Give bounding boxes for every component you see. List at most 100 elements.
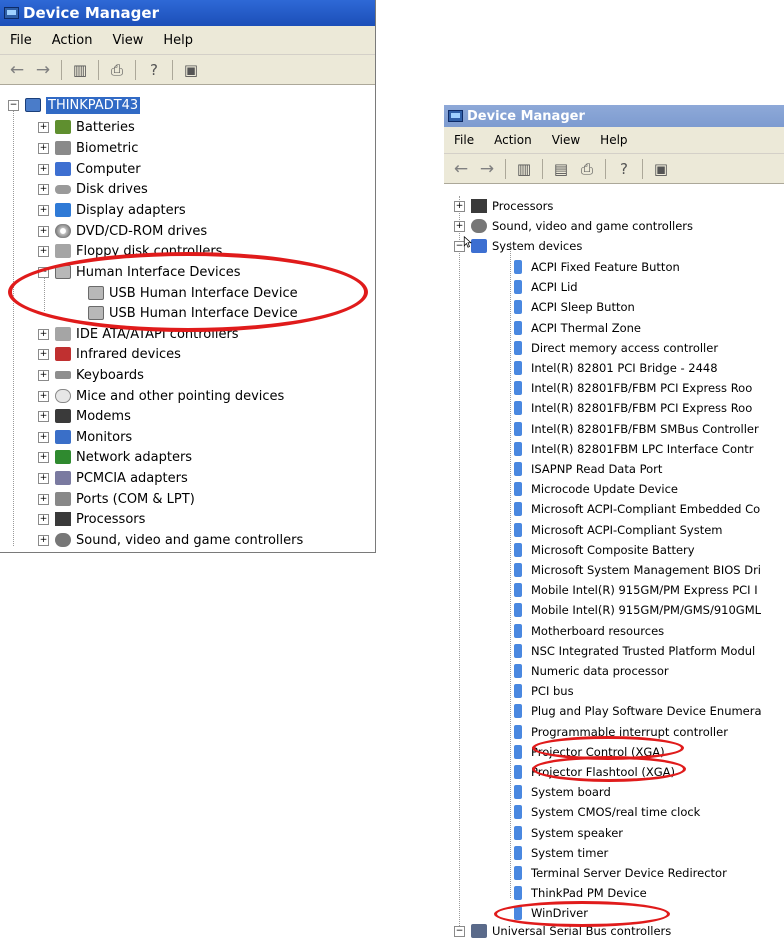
tree-item-processors[interactable]: + Processors [454,196,553,216]
tree-item-batteries[interactable]: + Batteries [38,117,135,137]
menu-action[interactable]: Action [484,133,542,147]
menu-view[interactable]: View [542,133,590,147]
system-device-item[interactable]: Microsoft ACPI-Compliant System [510,520,723,540]
menu-view[interactable]: View [102,33,153,48]
show-hide-console-tree-icon[interactable]: ▥ [513,158,535,180]
tree-item-sound-video[interactable]: + Sound, video and game controllers [454,216,693,236]
system-device-item[interactable]: Intel(R) 82801FB/FBM PCI Express Roo [510,378,752,398]
expand-icon[interactable]: + [38,245,49,257]
expand-icon[interactable]: + [38,390,49,402]
system-device-item[interactable]: PCI bus [510,681,574,701]
system-device-item[interactable]: ACPI Thermal Zone [510,318,641,338]
expand-icon[interactable]: + [38,493,49,505]
tree-item-dvd-drives[interactable]: + DVD/CD-ROM drives [38,221,207,241]
system-device-item[interactable]: Plug and Play Software Device Enumera [510,701,762,721]
tree-item-computer[interactable]: + Computer [38,159,141,179]
collapse-icon[interactable]: − [8,99,19,111]
tree-item-keyboards[interactable]: + Keyboards [38,365,144,385]
device-icon [514,704,522,719]
tree-item-biometric[interactable]: + Biometric [38,138,138,158]
system-device-item[interactable]: Numeric data processor [510,661,669,681]
system-device-item[interactable]: Terminal Server Device Redirector [510,863,727,883]
system-device-item[interactable]: System CMOS/real time clock [510,802,700,822]
menu-action[interactable]: Action [42,33,103,48]
menu-help[interactable]: Help [153,33,203,48]
expand-icon[interactable]: + [38,121,49,133]
system-device-item[interactable]: Microsoft Composite Battery [510,540,695,560]
expand-icon[interactable]: + [38,431,49,443]
system-device-item[interactable]: Microcode Update Device [510,479,678,499]
system-device-item[interactable]: Mobile Intel(R) 915GM/PM/GMS/910GML [510,600,761,620]
tree-item-pcmcia-adapters[interactable]: + PCMCIA adapters [38,468,188,488]
expand-icon[interactable]: + [38,369,49,381]
tree-item-ports[interactable]: + Ports (COM & LPT) [38,489,195,509]
menu-bar: File Action View Help [0,26,375,55]
print-icon[interactable]: ⎙ [106,59,128,81]
tree-item-label: Disk drives [76,181,148,197]
tree-item-display-adapters[interactable]: + Display adapters [38,200,186,220]
toolbar-separator [61,59,62,80]
mouse-icon [55,389,71,403]
scan-hardware-icon[interactable]: ▣ [650,158,672,180]
tree-item-monitors[interactable]: + Monitors [38,427,132,447]
system-device-item[interactable]: System speaker [510,823,623,843]
system-device-item[interactable]: Motherboard resources [510,621,664,641]
system-device-item[interactable]: Intel(R) 82801FB/FBM SMBus Controller [510,419,759,439]
print-icon[interactable]: ⎙ [576,158,598,180]
device-icon [514,401,522,416]
system-device-item[interactable]: Intel(R) 82801FB/FBM PCI Express Roo [510,398,752,418]
tree-item-label: System CMOS/real time clock [531,805,701,820]
tree-item-infrared-devices[interactable]: + Infrared devices [38,344,181,364]
system-device-item[interactable]: ACPI Fixed Feature Button [510,257,680,277]
system-device-item[interactable]: ISAPNP Read Data Port [510,459,662,479]
system-device-item[interactable]: Microsoft ACPI-Compliant Embedded Co [510,499,760,519]
system-device-item[interactable]: ACPI Sleep Button [510,297,635,317]
expand-icon[interactable]: + [454,220,465,232]
system-device-item[interactable]: Intel(R) 82801FBM LPC Interface Contr [510,439,754,459]
tree-item-modems[interactable]: + Modems [38,406,131,426]
tree-root[interactable]: − THINKPADT43 [8,95,141,115]
title-bar: Device Manager [444,105,784,127]
collapse-icon[interactable]: − [454,925,465,937]
help-icon[interactable]: ? [613,158,635,180]
back-arrow-icon[interactable]: ← [6,59,28,81]
expand-icon[interactable]: + [38,513,49,525]
expand-icon[interactable]: + [38,472,49,484]
expand-icon[interactable]: + [38,142,49,154]
properties-icon[interactable]: ▤ [550,158,572,180]
expand-icon[interactable]: + [38,225,49,237]
back-arrow-icon[interactable]: ← [450,158,472,180]
tree-item-network-adapters[interactable]: + Network adapters [38,447,192,467]
system-device-item[interactable]: System board [510,782,611,802]
menu-help[interactable]: Help [590,133,637,147]
expand-icon[interactable]: + [38,204,49,216]
expand-icon[interactable]: + [454,200,465,212]
help-icon[interactable]: ? [143,59,165,81]
system-device-item[interactable]: NSC Integrated Trusted Platform Modul [510,641,755,661]
system-device-item[interactable]: Direct memory access controller [510,338,718,358]
device-icon [514,664,522,678]
tree-item-disk-drives[interactable]: + Disk drives [38,179,148,199]
expand-icon[interactable]: + [38,328,49,340]
system-device-item[interactable]: Mobile Intel(R) 915GM/PM Express PCI I [510,580,758,600]
expand-icon[interactable]: + [38,183,49,195]
properties-icon[interactable]: ▣ [180,59,202,81]
menu-file[interactable]: File [444,133,484,147]
menu-file[interactable]: File [0,33,42,48]
show-hide-console-tree-icon[interactable]: ▥ [69,59,91,81]
expand-icon[interactable]: + [38,348,49,360]
forward-arrow-icon[interactable]: → [32,59,54,81]
tree-item-processors[interactable]: + Processors [38,509,145,529]
toolbar-separator [542,158,543,179]
expand-icon[interactable]: + [38,410,49,422]
system-device-item[interactable]: Microsoft System Management BIOS Dri [510,560,761,580]
forward-arrow-icon[interactable]: → [476,158,498,180]
expand-icon[interactable]: + [38,534,49,546]
tree-item-mice[interactable]: + Mice and other pointing devices [38,386,284,406]
system-device-item[interactable]: System timer [510,843,608,863]
expand-icon[interactable]: + [38,163,49,175]
system-device-item[interactable]: Intel(R) 82801 PCI Bridge - 2448 [510,358,718,378]
expand-icon[interactable]: + [38,451,49,463]
tree-item-sound-video[interactable]: + Sound, video and game controllers [38,530,303,550]
system-device-item[interactable]: ACPI Lid [510,277,578,297]
